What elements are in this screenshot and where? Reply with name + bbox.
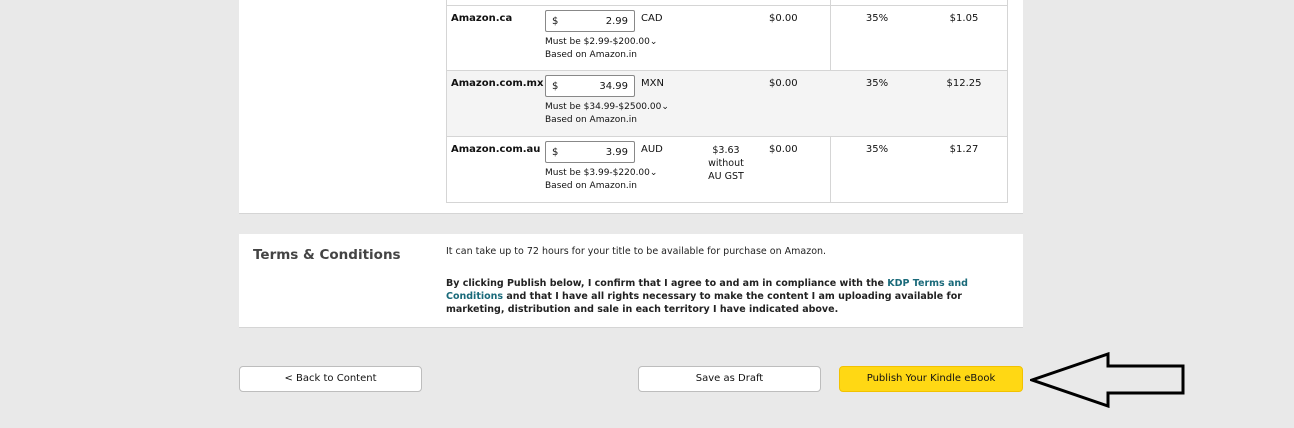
chevron-down-icon: ⌄ — [649, 37, 658, 47]
chevron-down-icon: ⌄ — [649, 168, 658, 178]
list-price-input[interactable]: $ 34.99 — [545, 75, 635, 97]
terms-panel: Terms & Conditions It can take up to 72 … — [239, 234, 1023, 328]
price-range-note[interactable]: Must be $2.99-$200.00⌄ — [545, 37, 657, 47]
royalty-rate: 35% — [865, 13, 889, 24]
chevron-down-icon: ⌄ — [661, 102, 669, 112]
based-on-note: Based on Amazon.in — [545, 115, 637, 125]
agreement-text-end: and that I have all rights necessary to … — [446, 291, 962, 315]
delivery-cost: $0.00 — [769, 13, 798, 24]
list-price-input[interactable]: $ 2.99 — [545, 10, 635, 32]
price-range-text: Must be $34.99-$2500.00 — [545, 102, 662, 112]
royalty-amount: $1.27 — [949, 144, 979, 155]
agreement-text-start: By clicking Publish below, I confirm tha… — [446, 278, 888, 289]
availability-note: It can take up to 72 hours for your titl… — [446, 246, 827, 257]
agreement-text: By clicking Publish below, I confirm tha… — [446, 277, 1006, 316]
publish-kindle-ebook-button[interactable]: Publish Your Kindle eBook — [839, 366, 1023, 392]
delivery-cost: $0.00 — [769, 78, 798, 89]
table-row: Amazon.com.mx $ 34.99 MXN Must be $34.99… — [447, 70, 1007, 136]
price-range-text: Must be $3.99-$220.00 — [545, 168, 650, 178]
list-price-value: 3.99 — [605, 147, 628, 158]
royalty-amount: $1.05 — [949, 13, 979, 24]
list-price-input[interactable]: $ 3.99 — [545, 141, 635, 163]
table-row: Amazon.com.au $ 3.99 AUD Must be $3.99-$… — [447, 136, 1007, 202]
currency-code: AUD — [641, 144, 663, 155]
delivery-cost: $0.00 — [769, 144, 798, 155]
marketplace-name: Amazon.ca — [451, 13, 513, 24]
currency-symbol: $ — [552, 16, 559, 27]
pricing-table: Amazon.ca $ 2.99 CAD Must be $2.99-$200.… — [446, 0, 1008, 203]
based-on-note: Based on Amazon.in — [545, 181, 637, 191]
table-row: Amazon.ca $ 2.99 CAD Must be $2.99-$200.… — [447, 5, 1007, 71]
list-price-value: 2.99 — [605, 16, 628, 27]
pricing-panel: Amazon.ca $ 2.99 CAD Must be $2.99-$200.… — [239, 0, 1023, 214]
currency-code: MXN — [641, 78, 664, 89]
terms-title: Terms & Conditions — [253, 247, 401, 263]
price-range-note[interactable]: Must be $34.99-$2500.00⌄ — [545, 102, 669, 112]
currency-code: CAD — [641, 13, 663, 24]
based-on-note: Based on Amazon.in — [545, 50, 637, 60]
price-without-tax: $3.63 without AU GST — [708, 145, 744, 182]
price-range-text: Must be $2.99-$200.00 — [545, 37, 650, 47]
left-arrow-outline-icon — [1030, 352, 1185, 408]
save-as-draft-button[interactable]: Save as Draft — [638, 366, 821, 392]
marketplace-name: Amazon.com.mx — [451, 78, 544, 89]
royalty-amount: $12.25 — [946, 78, 982, 89]
royalty-rate: 35% — [865, 144, 889, 155]
back-to-content-button[interactable]: < Back to Content — [239, 366, 422, 392]
royalty-rate: 35% — [865, 78, 889, 89]
list-price-value: 34.99 — [599, 81, 628, 92]
currency-symbol: $ — [552, 81, 559, 92]
currency-symbol: $ — [552, 147, 559, 158]
marketplace-name: Amazon.com.au — [451, 144, 541, 155]
price-range-note[interactable]: Must be $3.99-$220.00⌄ — [545, 168, 657, 178]
